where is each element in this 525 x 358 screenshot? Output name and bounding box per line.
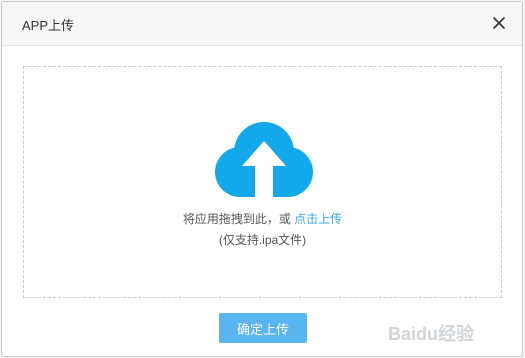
dialog-header: APP上传 (2, 2, 522, 46)
cloud-upload-icon (214, 116, 314, 205)
click-upload-link[interactable]: 点击上传 (294, 212, 342, 226)
file-type-note: (仅支持.ipa文件) (218, 233, 307, 247)
watermark-text: Baidu经验 (388, 323, 475, 344)
drop-hint-text: 将应用拖拽到此，或 (182, 212, 295, 226)
confirm-upload-button[interactable]: 确定上传 (219, 313, 307, 343)
drop-hint: 将应用拖拽到此，或 点击上传 (24, 210, 501, 227)
upload-dialog: APP上传 将应用拖拽到此，或 点击上传 (仅支持.ipa文件) 确定上传 Ba… (1, 1, 523, 357)
upload-dropzone[interactable]: 将应用拖拽到此，或 点击上传 (仅支持.ipa文件) (23, 66, 502, 298)
close-icon[interactable] (490, 14, 508, 32)
dialog-title: APP上传 (22, 18, 75, 33)
baidu-paw-logo-icon: Baidu经验 (386, 318, 516, 348)
